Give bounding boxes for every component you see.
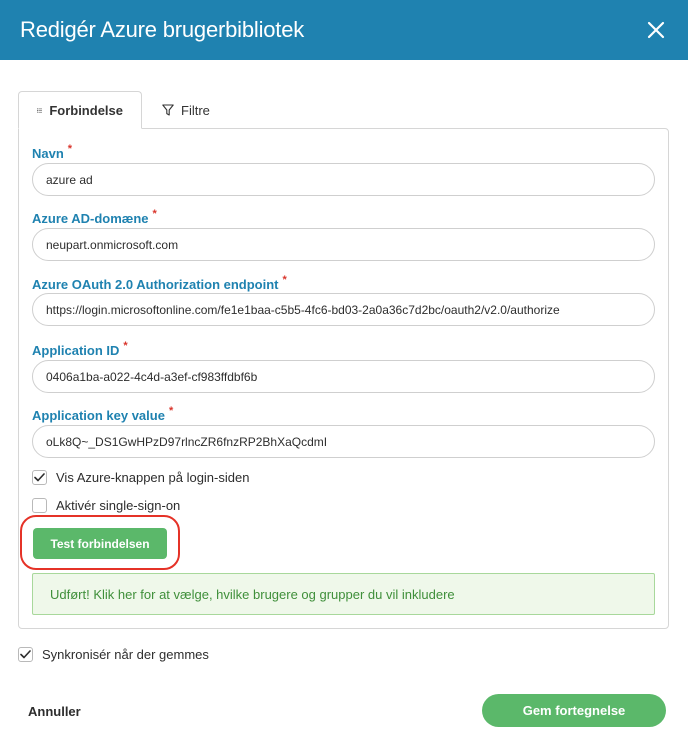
sync-on-save-label: Synkronisér når der gemmes <box>42 647 209 662</box>
endpoint-label: Azure OAuth 2.0 Authorization endpoint * <box>32 274 287 292</box>
show-azure-button-checkbox[interactable] <box>32 470 47 485</box>
required-mark: * <box>168 405 174 417</box>
tab-bar: Forbindelse Filtre <box>18 91 228 129</box>
dialog-title: Redigér Azure brugerbibliotek <box>20 17 305 42</box>
sso-checkbox[interactable] <box>32 498 47 513</box>
name-label-text: Navn <box>32 146 64 161</box>
endpoint-input[interactable] <box>32 293 655 326</box>
close-button[interactable] <box>642 16 670 44</box>
close-icon <box>647 21 665 39</box>
checkmark-icon <box>34 473 45 482</box>
show-azure-button-label: Vis Azure-knappen på login-siden <box>56 470 250 485</box>
sync-on-save-checkbox[interactable] <box>18 647 33 662</box>
checkmark-icon <box>20 650 31 659</box>
app-id-label: Application ID * <box>32 340 128 358</box>
sso-label: Aktivér single-sign-on <box>56 498 181 513</box>
sync-on-save-option: Synkronisér når der gemmes <box>18 647 209 662</box>
app-key-label-text: Application key value <box>32 408 165 423</box>
tab-filtre-label: Filtre <box>181 102 210 118</box>
app-key-input[interactable] <box>32 425 655 458</box>
required-mark: * <box>152 208 157 220</box>
name-input[interactable] <box>32 163 655 196</box>
test-connection-button[interactable]: Test forbindelsen <box>33 528 167 559</box>
required-mark: * <box>282 274 287 286</box>
save-button[interactable]: Gem fortegnelse <box>482 694 666 727</box>
cancel-button[interactable]: Annuller <box>18 696 91 726</box>
domain-label-text: Azure AD-domæne <box>32 211 149 226</box>
name-label: Navn * <box>32 143 73 161</box>
domain-label: Azure AD-domæne * <box>32 208 157 226</box>
tab-filtre[interactable]: Filtre <box>142 91 228 129</box>
app-id-label-text: Application ID <box>32 343 120 358</box>
show-azure-button-option: Vis Azure-knappen på login-siden <box>32 470 249 485</box>
app-key-label: Application key value * <box>32 405 174 423</box>
required-mark: * <box>123 340 128 352</box>
list-icon <box>37 107 43 113</box>
tab-forbindelse-label: Forbindelse <box>49 102 123 118</box>
app-id-input[interactable] <box>32 360 655 393</box>
domain-input[interactable] <box>32 228 655 261</box>
dialog-header: Redigér Azure brugerbibliotek <box>0 0 688 60</box>
required-mark: * <box>67 143 73 155</box>
tab-forbindelse[interactable]: Forbindelse <box>18 91 142 129</box>
endpoint-label-text: Azure OAuth 2.0 Authorization endpoint <box>32 277 279 292</box>
sso-option: Aktivér single-sign-on <box>32 498 180 513</box>
success-message[interactable]: Udført! Klik her for at vælge, hvilke br… <box>32 573 655 615</box>
filter-icon <box>162 104 174 116</box>
